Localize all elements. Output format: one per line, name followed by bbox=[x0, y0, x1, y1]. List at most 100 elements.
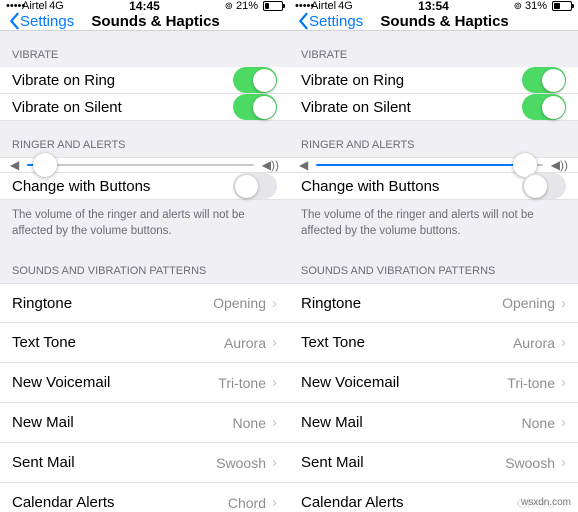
sound-row[interactable]: Sent MailSwoosh › bbox=[289, 443, 578, 483]
volume-slider[interactable] bbox=[27, 164, 254, 166]
row-label: New Mail bbox=[301, 414, 522, 431]
left-pane: ••••• Airtel 4G 14:45 ⊚ 21% Settings Sou… bbox=[0, 0, 289, 512]
chevron-right-icon: › bbox=[272, 454, 277, 471]
chevron-right-icon: › bbox=[561, 334, 566, 351]
section-header-ringer: RINGER AND ALERTS bbox=[0, 121, 289, 157]
vibrate-on-ring-row[interactable]: Vibrate on Ring bbox=[289, 67, 578, 94]
vibrate-on-silent-toggle[interactable] bbox=[522, 94, 566, 120]
sound-row[interactable]: New VoicemailTri-tone › bbox=[289, 363, 578, 403]
status-time: 14:45 bbox=[129, 0, 160, 13]
page-title: Sounds & Haptics bbox=[319, 13, 570, 30]
volume-slider-row: ◀ ◀)) bbox=[0, 157, 289, 173]
status-bar: ••••• Airtel 4G 14:45 ⊚ 21% bbox=[0, 0, 289, 12]
chevron-right-icon: › bbox=[272, 494, 277, 511]
sound-row[interactable]: New MailNone › bbox=[0, 403, 289, 443]
row-label: Ringtone bbox=[301, 295, 502, 312]
signal-icon: ••••• bbox=[6, 0, 20, 12]
change-with-buttons-toggle[interactable] bbox=[233, 173, 277, 199]
section-header-vibrate: VIBRATE bbox=[0, 31, 289, 67]
network: 4G bbox=[49, 0, 64, 12]
chevron-right-icon: › bbox=[561, 374, 566, 391]
speaker-high-icon: ◀)) bbox=[262, 158, 279, 172]
row-label: Change with Buttons bbox=[301, 178, 522, 195]
sound-row[interactable]: RingtoneOpening › bbox=[0, 283, 289, 323]
chevron-right-icon: › bbox=[272, 374, 277, 391]
chevron-left-icon bbox=[297, 12, 309, 30]
section-header-sounds: SOUNDS AND VIBRATION PATTERNS bbox=[289, 247, 578, 283]
vibrate-on-silent-row[interactable]: Vibrate on Silent bbox=[0, 94, 289, 121]
vibrate-on-ring-toggle[interactable] bbox=[233, 67, 277, 93]
row-label: Vibrate on Silent bbox=[12, 99, 233, 116]
row-label: Change with Buttons bbox=[12, 178, 233, 195]
sound-row[interactable]: New MailNone › bbox=[289, 403, 578, 443]
battery-pct: 21% bbox=[236, 0, 258, 12]
row-label: Calendar Alerts bbox=[12, 494, 228, 511]
row-label: New Voicemail bbox=[301, 374, 507, 391]
volume-slider-row: ◀ ◀)) bbox=[289, 157, 578, 173]
sound-row[interactable]: RingtoneOpening › bbox=[289, 283, 578, 323]
row-value: Opening bbox=[213, 295, 266, 311]
signal-icon: ••••• bbox=[295, 0, 309, 12]
chevron-right-icon: › bbox=[561, 454, 566, 471]
battery-pct: 31% bbox=[525, 0, 547, 12]
sound-row[interactable]: Sent MailSwoosh › bbox=[0, 443, 289, 483]
change-with-buttons-row[interactable]: Change with Buttons bbox=[289, 173, 578, 200]
network: 4G bbox=[338, 0, 353, 12]
sounds-list-right: RingtoneOpening›Text ToneAurora›New Voic… bbox=[289, 283, 578, 512]
section-header-vibrate: VIBRATE bbox=[289, 31, 578, 67]
row-value: Aurora bbox=[224, 335, 266, 351]
row-label: Sent Mail bbox=[12, 454, 216, 471]
chevron-right-icon: › bbox=[272, 295, 277, 312]
speaker-low-icon: ◀ bbox=[299, 158, 308, 172]
row-label: Ringtone bbox=[12, 295, 213, 312]
row-value: Swoosh bbox=[216, 455, 266, 471]
section-footer: The volume of the ringer and alerts will… bbox=[289, 200, 578, 247]
page-title: Sounds & Haptics bbox=[30, 13, 281, 30]
row-label: Vibrate on Ring bbox=[301, 72, 522, 89]
alarm-icon: ⊚ bbox=[225, 1, 233, 12]
volume-slider[interactable] bbox=[316, 164, 543, 166]
watermark: wsxdn.com bbox=[518, 496, 574, 509]
chevron-right-icon: › bbox=[272, 334, 277, 351]
speaker-high-icon: ◀)) bbox=[551, 158, 568, 172]
row-value: Opening bbox=[502, 295, 555, 311]
change-with-buttons-toggle[interactable] bbox=[522, 173, 566, 199]
section-footer: The volume of the ringer and alerts will… bbox=[0, 200, 289, 247]
sound-row[interactable]: New VoicemailTri-tone› bbox=[0, 363, 289, 403]
chevron-right-icon: › bbox=[561, 414, 566, 431]
sound-row[interactable]: Text ToneAurora› bbox=[289, 323, 578, 363]
row-label: Vibrate on Silent bbox=[301, 99, 522, 116]
status-bar: ••••• Airtel 4G 13:54 ⊚ 31% bbox=[289, 0, 578, 12]
section-header-sounds: SOUNDS AND VIBRATION PATTERNS bbox=[0, 247, 289, 283]
chevron-right-icon: › bbox=[272, 414, 277, 431]
change-with-buttons-row[interactable]: Change with Buttons bbox=[0, 173, 289, 200]
row-value: Swoosh bbox=[505, 455, 555, 471]
vibrate-on-silent-toggle[interactable] bbox=[233, 94, 277, 120]
status-time: 13:54 bbox=[418, 0, 449, 13]
right-pane: ••••• Airtel 4G 13:54 ⊚ 31% Settings Sou… bbox=[289, 0, 578, 512]
row-label: New Mail bbox=[12, 414, 233, 431]
carrier: Airtel bbox=[311, 0, 336, 12]
section-header-ringer: RINGER AND ALERTS bbox=[289, 121, 578, 157]
nav-bar: Settings Sounds & Haptics bbox=[0, 12, 289, 31]
alarm-icon: ⊚ bbox=[514, 1, 522, 12]
row-label: Vibrate on Ring bbox=[12, 72, 233, 89]
carrier: Airtel bbox=[22, 0, 47, 12]
chevron-right-icon: › bbox=[561, 295, 566, 312]
sound-row[interactable]: Text ToneAurora › bbox=[0, 323, 289, 363]
vibrate-on-silent-row[interactable]: Vibrate on Silent bbox=[289, 94, 578, 121]
row-label: Text Tone bbox=[12, 334, 224, 351]
battery-icon bbox=[550, 1, 572, 11]
vibrate-on-ring-row[interactable]: Vibrate on Ring bbox=[0, 67, 289, 94]
sound-row[interactable]: Calendar AlertsChord› bbox=[0, 483, 289, 512]
row-label: Sent Mail bbox=[301, 454, 505, 471]
chevron-left-icon bbox=[8, 12, 20, 30]
row-value: Tri-tone bbox=[507, 375, 555, 391]
row-value: None bbox=[522, 415, 555, 431]
battery-icon bbox=[261, 1, 283, 11]
row-value: None bbox=[233, 415, 266, 431]
speaker-low-icon: ◀ bbox=[10, 158, 19, 172]
row-label: New Voicemail bbox=[12, 374, 218, 391]
sounds-list-left: RingtoneOpening›Text ToneAurora›New Voic… bbox=[0, 283, 289, 512]
vibrate-on-ring-toggle[interactable] bbox=[522, 67, 566, 93]
